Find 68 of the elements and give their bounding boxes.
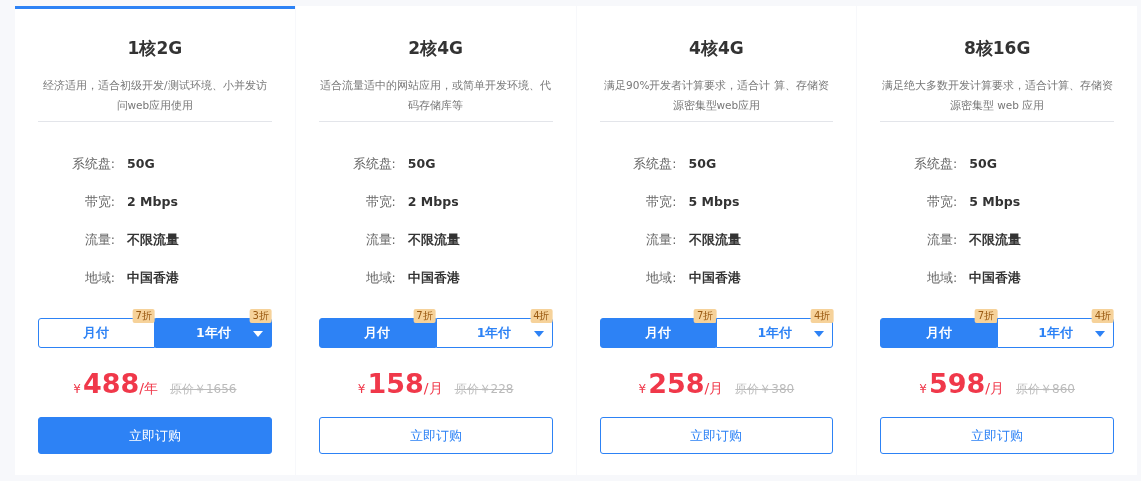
plan-description: 适合流量适中的网站应用，或简单开发环境、代码存储库等: [319, 78, 553, 113]
plan-title: 2核4G: [407, 37, 464, 60]
spec-value: 不限流量: [688, 231, 741, 249]
spec-label: 系统盘:: [70, 155, 115, 173]
price-amount: 258: [648, 368, 705, 399]
order-button[interactable]: 立即订购: [38, 417, 272, 454]
discount-badge: 7折: [413, 309, 436, 323]
spec-value: 5 Mbps: [688, 193, 740, 211]
discount-badge: 4折: [1091, 309, 1114, 323]
spec-value: 50G: [688, 155, 717, 173]
order-button[interactable]: 立即订购: [599, 417, 834, 454]
spec-value: 2 Mbps: [127, 193, 178, 211]
original-price: 原价￥860: [1016, 381, 1075, 398]
currency-symbol: ¥: [73, 382, 81, 396]
plan-title: 4核4G: [688, 37, 745, 60]
spec-value: 中国香港: [969, 269, 1022, 287]
plan-description: 经济适用，适合初级开发/测试环境、小并发访问web应用使用: [42, 78, 268, 113]
discount-badge: 3折: [249, 309, 272, 323]
plan-description: 满足绝大多数开发计算要求，适合计算、存储资源密集型 web 应用: [880, 78, 1114, 113]
discount-badge: 7折: [974, 309, 998, 323]
spec-value: 50G: [127, 155, 155, 173]
price-unit: /月: [985, 380, 1005, 398]
spec-label: 流量:: [645, 231, 677, 249]
order-button[interactable]: 立即订购: [318, 417, 553, 454]
price-unit: /月: [423, 380, 443, 398]
spec-label: 系统盘:: [632, 155, 677, 173]
plan-title: 8核16G: [962, 37, 1032, 60]
plan-title: 1核2G: [126, 37, 184, 60]
currency-symbol: ¥: [919, 382, 927, 396]
spec-value: 不限流量: [407, 231, 460, 249]
spec-label: 系统盘:: [351, 155, 396, 173]
spec-value: 5 Mbps: [969, 193, 1021, 211]
spec-label: 流量:: [364, 231, 396, 249]
price-amount: 158: [367, 368, 424, 399]
spec-value: 不限流量: [969, 231, 1022, 249]
price-amount: 598: [928, 368, 986, 399]
spec-label: 带宽:: [926, 193, 958, 211]
order-button[interactable]: 立即订购: [880, 417, 1114, 454]
original-price: 原价￥380: [735, 381, 795, 398]
original-price: 原价￥228: [454, 381, 514, 398]
spec-label: 地域:: [926, 269, 958, 287]
spec-value: 50G: [407, 155, 436, 173]
currency-symbol: ¥: [357, 382, 366, 396]
discount-badge: 7折: [694, 309, 717, 323]
discount-badge: 7折: [132, 309, 155, 323]
spec-value: 中国香港: [127, 269, 179, 287]
spec-label: 带宽:: [83, 193, 115, 211]
plan-description: 满足90%开发者计算要求，适合计 算、存储资源密集型web应用: [603, 78, 830, 113]
spec-value: 不限流量: [127, 231, 179, 249]
spec-label: 地域:: [645, 269, 677, 287]
spec-label: 地域:: [364, 269, 396, 287]
currency-symbol: ¥: [638, 382, 647, 396]
spec-value: 2 Mbps: [407, 193, 459, 211]
spec-label: 系统盘:: [913, 155, 958, 173]
spec-value: 中国香港: [688, 269, 741, 287]
original-price: 原价￥1656: [169, 381, 237, 398]
price-unit: /年: [139, 380, 158, 398]
spec-label: 带宽:: [364, 193, 396, 211]
spec-label: 流量:: [926, 231, 958, 249]
spec-value: 50G: [969, 155, 997, 173]
spec-label: 带宽:: [645, 193, 677, 211]
discount-badge: 4折: [810, 309, 834, 323]
price-amount: 488: [82, 368, 140, 399]
price-unit: /月: [704, 380, 724, 398]
spec-value: 中国香港: [407, 269, 460, 287]
discount-badge: 4折: [530, 309, 553, 323]
spec-label: 流量:: [83, 231, 115, 249]
spec-label: 地域:: [83, 269, 115, 287]
